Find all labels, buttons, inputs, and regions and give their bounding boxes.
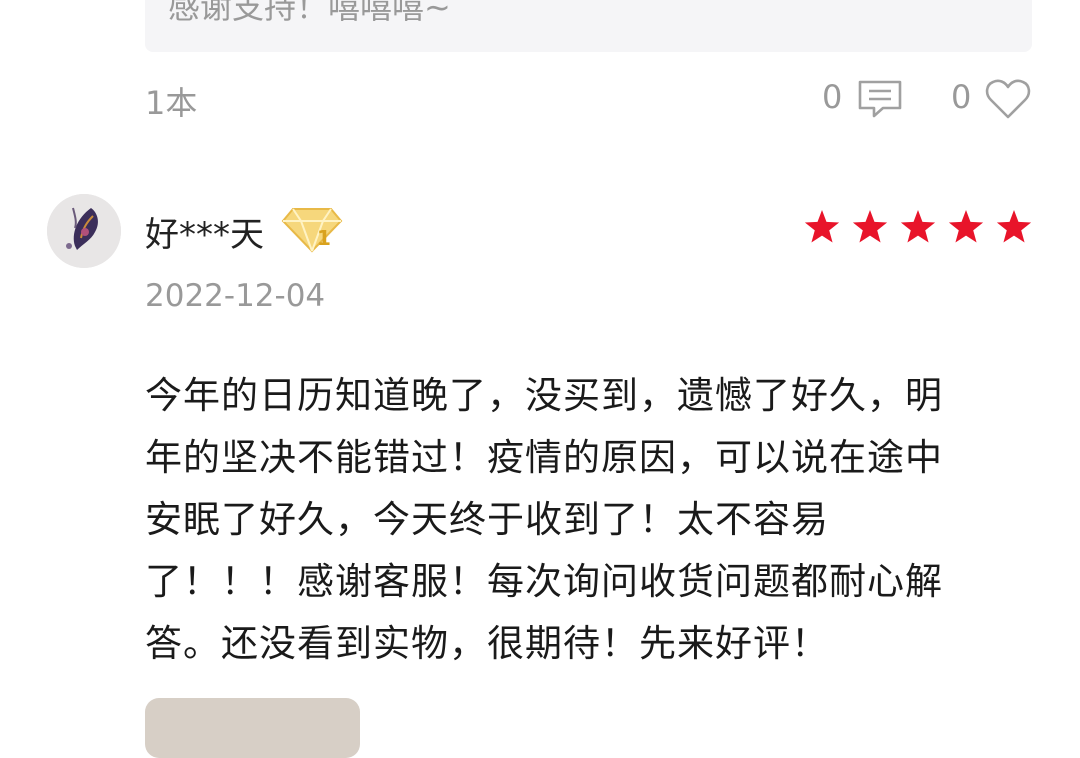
avatar[interactable] (47, 194, 121, 268)
review-text-line: 今年的日历知道晚了，没买到，遗憾了好久，明 (145, 374, 943, 417)
review-text-line: 安眠了好久，今天终于收到了！太不容易 (145, 498, 829, 541)
star-icon (996, 210, 1032, 243)
review-text-line: 年的坚决不能错过！疫情的原因，可以说在途中 (145, 436, 943, 479)
review-text-line: 了！！！感谢客服！每次询问收货问题都耐心解 (145, 560, 943, 603)
star-rating (804, 210, 1032, 243)
star-icon (948, 210, 984, 243)
vip-badge-icon: 1 (281, 208, 343, 253)
review-text-line: 答。还没看到实物，很期待！先来好评！ (145, 622, 829, 665)
comment-count[interactable]: 0 (822, 78, 842, 116)
heart-icon[interactable] (985, 77, 1031, 121)
purchase-volume: 1本 (145, 84, 198, 122)
comment-icon[interactable] (857, 79, 903, 119)
star-icon (804, 210, 840, 243)
review-date: 2022-12-04 (145, 278, 326, 314)
username: 好***天 (145, 215, 264, 255)
merchant-reply-text: 感谢支持！嘻嘻嘻~ (168, 0, 451, 26)
review-text: 今年的日历知道晚了，没买到，遗憾了好久，明 年的坚决不能错过！疫情的原因，可以说… (145, 365, 1037, 675)
review-photo-thumbnail[interactable] (145, 698, 360, 758)
star-icon (900, 210, 936, 243)
vip-level-text: 1 (317, 226, 331, 250)
like-count[interactable]: 0 (951, 78, 971, 116)
avatar-image (47, 194, 121, 268)
star-icon (852, 210, 888, 243)
